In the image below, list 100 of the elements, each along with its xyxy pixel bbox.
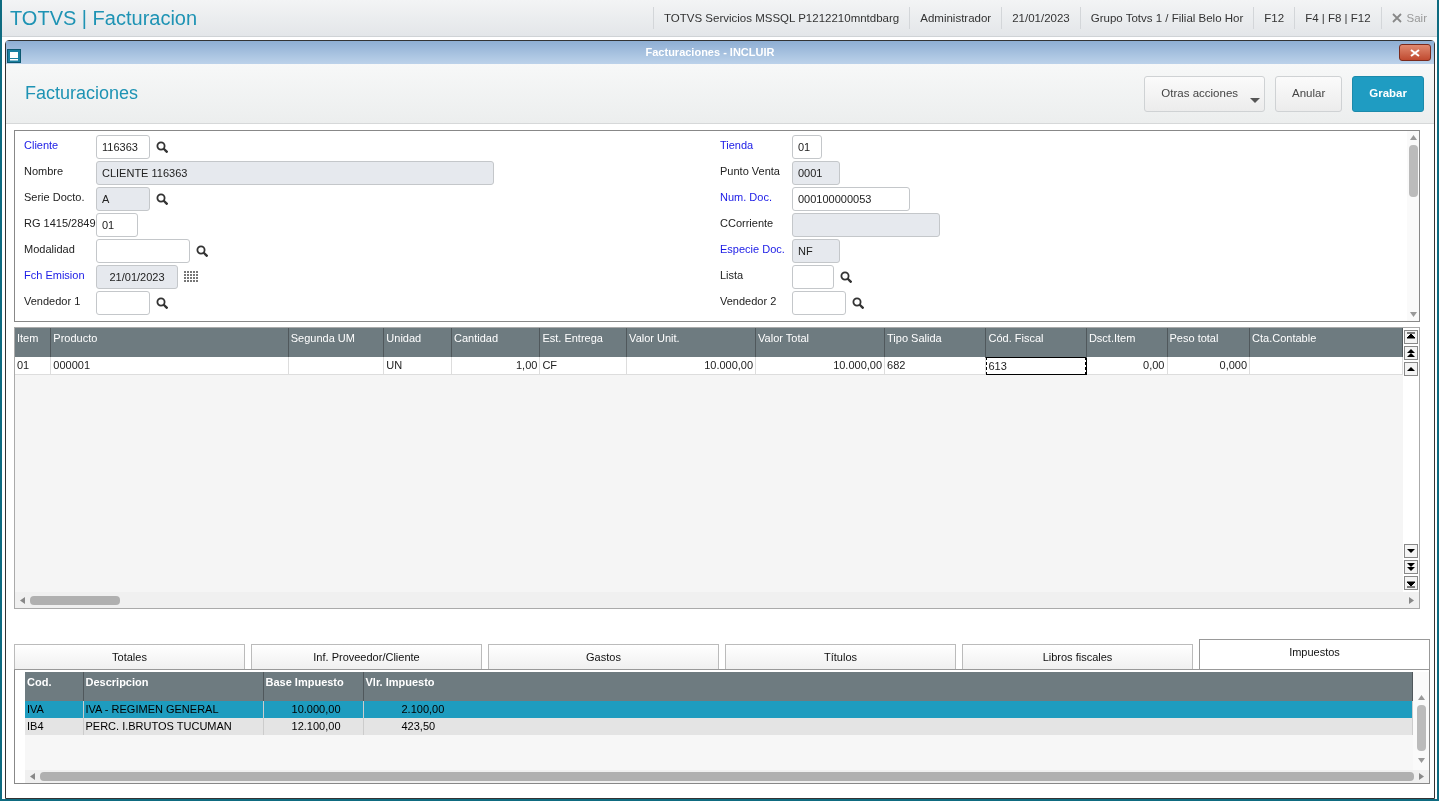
scrollbar-thumb[interactable] <box>30 595 120 605</box>
table-cell: IB4 <box>25 718 83 735</box>
search-icon[interactable] <box>852 297 864 309</box>
table-cell: 423,50 <box>363 718 1413 735</box>
field-label: RG 1415/2849 <box>24 216 96 231</box>
close-button[interactable] <box>1399 44 1431 61</box>
column-header[interactable]: Dsct.Item <box>1086 328 1167 357</box>
input-field[interactable]: 116363 <box>96 135 150 159</box>
input-field: CLIENTE 116363 <box>96 161 494 185</box>
column-header[interactable]: Cod. <box>25 672 83 701</box>
scroll-up-button[interactable] <box>1404 362 1418 376</box>
table-cell: 0,000 <box>1167 357 1250 375</box>
input-field[interactable]: 000100000053 <box>792 187 910 211</box>
input-field[interactable] <box>792 265 834 289</box>
table-cell: 10.000,00 <box>755 357 885 375</box>
input-field[interactable]: 01 <box>792 135 822 159</box>
column-header[interactable]: Segunda UM <box>288 328 384 357</box>
scroll-right-icon[interactable] <box>1418 772 1425 781</box>
scroll-page-down-button[interactable] <box>1404 560 1418 574</box>
tab[interactable]: Títulos <box>725 644 956 669</box>
tab[interactable]: Inf. Proveedor/Cliente <box>251 644 482 669</box>
column-header[interactable]: Valor Unit. <box>626 328 756 357</box>
status-item: Administrador <box>909 7 1002 29</box>
field-label: Fch Emision <box>24 268 86 283</box>
column-header[interactable]: Valor Total <box>755 328 885 357</box>
tab[interactable]: Totales <box>14 644 245 669</box>
column-header[interactable]: Base Impuesto <box>263 672 363 701</box>
field-label: CCorriente <box>720 216 775 231</box>
column-header[interactable]: Unidad <box>383 328 452 357</box>
scrollbar-thumb[interactable] <box>40 772 1414 781</box>
scroll-top-button[interactable] <box>1404 330 1418 344</box>
status-item: 21/01/2023 <box>1001 7 1080 29</box>
input-field[interactable] <box>96 239 190 263</box>
close-icon <box>1391 13 1402 23</box>
status-item: Grupo Totvs 1 / Filial Belo Hor <box>1079 7 1254 29</box>
field-label: Vendedor 1 <box>24 294 82 309</box>
calendar-icon[interactable] <box>184 271 198 282</box>
column-header[interactable]: Est. Entrega <box>539 328 627 357</box>
column-header[interactable]: Peso total <box>1167 328 1250 357</box>
input-field[interactable]: 01 <box>96 213 138 237</box>
action-button[interactable]: Anular <box>1275 75 1343 112</box>
exit-button[interactable]: Sair <box>1380 7 1437 29</box>
table-row[interactable]: IVA IVA - REGIMEN GENERAL 10.000,00 2.100,00 <box>25 701 1413 718</box>
scrollbar-thumb[interactable] <box>1416 705 1426 751</box>
column-header[interactable]: Cta.Contable <box>1249 328 1403 357</box>
tab[interactable]: Gastos <box>488 644 719 669</box>
window-icon[interactable] <box>7 48 21 63</box>
search-icon[interactable] <box>840 271 852 283</box>
tab[interactable]: Libros fiscales <box>962 644 1193 669</box>
input-field[interactable] <box>96 291 150 315</box>
close-icon <box>1410 48 1420 57</box>
scrollbar-thumb[interactable] <box>1408 145 1418 197</box>
input-field[interactable] <box>792 291 846 315</box>
field-label: Cliente <box>24 138 60 153</box>
table-row[interactable]: IB4 PERC. I.BRUTOS TUCUMAN 12.100,00 423,50 <box>25 718 1413 735</box>
scroll-bottom-button[interactable] <box>1404 576 1418 590</box>
table-cell: PERC. I.BRUTOS TUCUMAN <box>83 718 263 735</box>
column-header[interactable]: Cantidad <box>451 328 540 357</box>
column-header[interactable]: Vlr. Impuesto <box>363 672 1413 701</box>
scroll-up-icon[interactable] <box>1416 694 1426 701</box>
tab[interactable]: Impuestos <box>1199 639 1430 669</box>
window-title: Facturaciones - INCLUIR <box>644 45 776 61</box>
scroll-left-icon[interactable] <box>19 595 26 605</box>
page-title: Facturaciones <box>25 82 140 105</box>
scroll-bottom-icon <box>1406 578 1416 589</box>
scroll-down-icon[interactable] <box>1416 757 1426 764</box>
app-title: TOTVS | Facturacion <box>9 6 199 31</box>
field-label: Serie Docto. <box>24 190 86 205</box>
status-item: F4 | F8 | F12 <box>1294 7 1381 29</box>
table-cell: 10.000,00 <box>626 357 756 375</box>
input-field: 21/01/2023 <box>96 265 178 289</box>
search-icon[interactable] <box>156 193 168 205</box>
search-icon[interactable] <box>156 297 168 309</box>
field-label: Vendedor 2 <box>720 294 778 309</box>
field-label: Punto Venta <box>720 164 781 179</box>
table-cell: UN <box>383 357 452 375</box>
status-item: TOTVS Servicios MSSQL P1212210mntdbarg <box>653 7 910 29</box>
column-header[interactable]: Item <box>15 328 51 357</box>
scroll-page-down-icon <box>1406 562 1416 573</box>
scroll-down-icon[interactable] <box>1408 311 1418 318</box>
column-header[interactable]: Descripcion <box>83 672 263 701</box>
table-cell: 682 <box>884 357 986 375</box>
column-header[interactable]: Tipo Salida <box>884 328 986 357</box>
field-label: Num. Doc. <box>720 190 773 205</box>
action-button[interactable]: Grabar <box>1352 75 1424 112</box>
scroll-page-up-icon <box>1406 348 1416 359</box>
scroll-page-up-button[interactable] <box>1404 346 1418 360</box>
scroll-up-icon[interactable] <box>1408 134 1418 141</box>
field-label: Modalidad <box>24 242 76 257</box>
actions-menu-button[interactable]: Otras acciones <box>1144 75 1266 112</box>
input-field: NF <box>792 239 840 263</box>
field-label: Especie Doc. <box>720 242 786 257</box>
column-header[interactable]: Cód. Fiscal <box>985 328 1087 357</box>
scroll-right-icon[interactable] <box>1408 595 1415 605</box>
search-icon[interactable] <box>156 141 168 153</box>
scroll-left-icon[interactable] <box>29 772 36 781</box>
search-icon[interactable] <box>196 245 208 257</box>
scroll-down-button[interactable] <box>1404 544 1418 558</box>
column-header[interactable]: Producto <box>50 328 289 357</box>
table-cell: 000001 <box>50 357 289 375</box>
